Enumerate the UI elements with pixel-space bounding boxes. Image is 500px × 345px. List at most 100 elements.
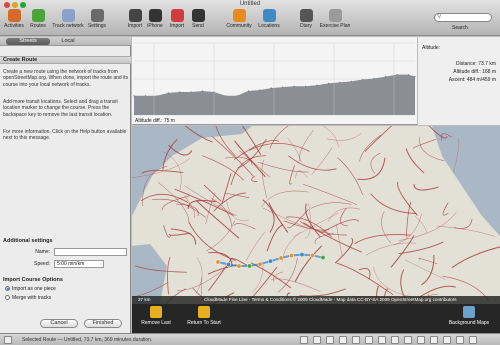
gear-icon: [90, 9, 104, 22]
speed-field[interactable]: 5:00 min/km: [54, 260, 104, 268]
altitude-data-point: [339, 81, 341, 83]
status-tool-icon[interactable]: [352, 336, 360, 344]
altitude-data-point: [133, 95, 135, 97]
locations-icon: [262, 9, 276, 22]
return-to-start-button[interactable]: Return To Start: [184, 306, 224, 326]
altitude-data-point: [293, 85, 295, 87]
toolbar-label: Locations: [258, 23, 280, 29]
status-tool-icon[interactable]: [365, 336, 373, 344]
status-tool-icon[interactable]: [430, 336, 438, 344]
altitude-info-title: Altitude:: [422, 45, 441, 51]
toolbar-button-import-4[interactable]: Import: [127, 9, 143, 34]
map-view[interactable]: [132, 126, 500, 304]
altitude-data-point: [202, 90, 204, 92]
map-action-bar: Remove Last Return To Start Background M…: [132, 304, 500, 333]
altitude-data-point: [407, 74, 410, 76]
create-route-title: Create Route: [0, 56, 131, 64]
toolbar-label: Send: [192, 23, 204, 29]
status-tool-icon[interactable]: [391, 336, 399, 344]
radio-selected-dot: [7, 288, 9, 290]
remove-last-button[interactable]: Remove Last: [138, 306, 174, 326]
toolbar-button-send-7[interactable]: Send: [190, 9, 206, 34]
status-tool-icon[interactable]: [378, 336, 386, 344]
altitude-data-point: [156, 95, 158, 97]
toolbar-button-activities-0[interactable]: Activities: [3, 9, 25, 34]
ascent-readout: Ascent: 484 m/459 m: [448, 77, 496, 83]
background-maps-button[interactable]: Background Maps: [442, 306, 496, 326]
add-icon[interactable]: [4, 336, 12, 344]
toolbar-button-iphone-5[interactable]: iPhone: [146, 9, 164, 34]
tab-local[interactable]: Local: [52, 38, 84, 45]
cancel-button[interactable]: Cancel: [40, 319, 78, 328]
watch-icon: [170, 9, 184, 22]
toolbar-button-routes-1[interactable]: Routes: [28, 9, 48, 34]
search-icon: ⚲: [437, 14, 442, 20]
import-as-one-piece-radio[interactable]: [5, 286, 10, 291]
altitude-data-point: [259, 89, 261, 91]
route-transit-marker[interactable]: [215, 259, 221, 265]
diary-icon: [299, 9, 313, 22]
status-tool-icon[interactable]: [456, 336, 464, 344]
toolbar-button-locations-9[interactable]: Locations: [256, 9, 282, 34]
status-tool-icon[interactable]: [443, 336, 451, 344]
map-attribution[interactable]: CloudMade Fine Line - Terms & Conditions…: [204, 296, 457, 304]
toolbar-button-import-6[interactable]: Import: [168, 9, 186, 34]
altitude-data-point: [282, 86, 284, 88]
tab-streets[interactable]: Streets: [6, 38, 50, 45]
finished-button[interactable]: Finished: [84, 319, 122, 328]
route-transit-marker[interactable]: [236, 263, 242, 269]
name-label: Name:: [35, 249, 50, 255]
description-paragraph-3: For more information, Click on the Help …: [3, 129, 127, 142]
status-tool-icon[interactable]: [313, 336, 321, 344]
route-transit-marker[interactable]: [310, 252, 315, 258]
altitude-data-point: [414, 76, 416, 78]
map-footer: 37 km CloudMade Fine Line - Terms & Cond…: [132, 296, 500, 304]
status-tool-icon[interactable]: [469, 336, 477, 344]
altitude-info: Altitude: Distance: 73.7 km Altitude dif…: [417, 37, 500, 125]
route-transit-marker[interactable]: [289, 253, 294, 258]
altitude-panel: Altitude diff.: 75 m Altitude: Distance:…: [132, 37, 500, 125]
track-network-icon: [61, 9, 75, 22]
status-tool-icon[interactable]: [417, 336, 425, 344]
speed-label: Speed:: [34, 261, 50, 267]
status-tool-icon[interactable]: [404, 336, 412, 344]
route-transit-marker[interactable]: [247, 263, 252, 269]
altitude-data-point: [396, 74, 398, 76]
import-options-title: Import Course Options: [3, 277, 63, 283]
route-transit-marker[interactable]: [257, 261, 263, 267]
toolbar-button-exercise-plan-11[interactable]: Exercise Plan: [318, 9, 352, 34]
route-transit-marker[interactable]: [320, 255, 326, 261]
route-transit-marker[interactable]: [226, 262, 231, 267]
remove-last-label: Remove Last: [141, 320, 171, 326]
search-input[interactable]: ⚲: [434, 13, 492, 22]
altitude-diff-readout: Altitude diff.: 168 m: [453, 69, 496, 75]
altitude-data-point: [350, 80, 352, 82]
background-maps-label: Background Maps: [448, 320, 490, 326]
search-label: Search: [452, 25, 468, 31]
route-transit-marker[interactable]: [299, 252, 305, 258]
import-as-one-piece-label: Import as one piece: [12, 286, 56, 292]
route-transit-marker[interactable]: [278, 255, 284, 261]
toolbar-label: Import: [127, 23, 143, 29]
title-bar: Untitled: [0, 0, 500, 9]
exercise-plan-icon: [328, 9, 342, 22]
toolbar-label: Routes: [30, 23, 46, 29]
merge-with-tracks-radio[interactable]: [5, 295, 10, 300]
status-tool-icon[interactable]: [339, 336, 347, 344]
altitude-data-point: [236, 95, 238, 97]
toolbar-button-community-8[interactable]: Community: [225, 9, 253, 34]
watch-icon: [191, 9, 205, 22]
altitude-data-point: [144, 95, 147, 97]
altitude-data-point: [304, 85, 307, 87]
toolbar-button-diary-10[interactable]: Diary: [298, 9, 314, 34]
toolbar-button-track-network-2[interactable]: Track network: [52, 9, 84, 34]
status-text: Selected Route — Untitled, 73.7 km, 369 …: [22, 337, 153, 343]
status-tool-icon[interactable]: [326, 336, 334, 344]
name-field[interactable]: [54, 248, 127, 256]
toolbar-label: iPhone: [147, 23, 163, 29]
tab-bar: Streets Local: [0, 37, 131, 46]
toolbar-button-settings-3[interactable]: Settings: [86, 9, 108, 34]
status-tool-icon[interactable]: [300, 336, 308, 344]
remove-last-icon: [150, 306, 162, 318]
route-transit-marker[interactable]: [268, 258, 273, 264]
